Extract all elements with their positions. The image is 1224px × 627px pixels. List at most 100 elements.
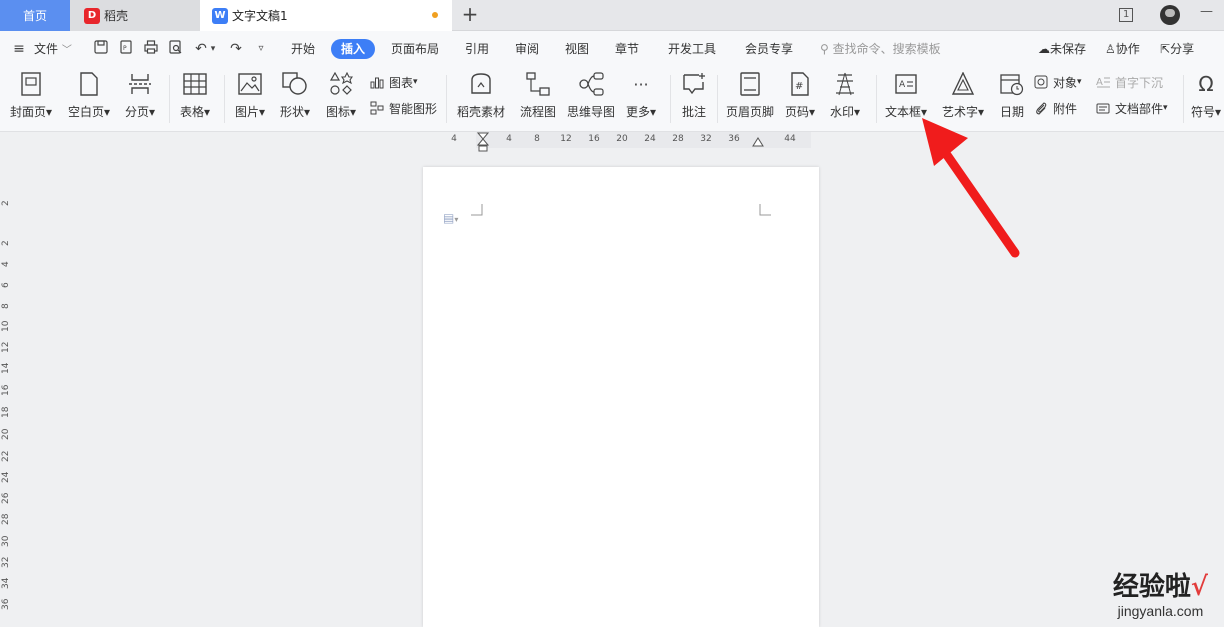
shape-button[interactable]: 形状▾ <box>280 71 310 120</box>
page-break-label: 分页 <box>125 105 150 119</box>
flowchart-button[interactable]: 流程图 <box>520 71 556 120</box>
ruler-tick-label: 6 <box>1 282 11 288</box>
watermark-icon <box>832 71 858 97</box>
paragraph-format-icon[interactable]: ▤▾ <box>443 211 458 225</box>
undo-dropdown-icon[interactable]: ▾ <box>208 40 218 58</box>
ruler-tick-label: 32 <box>700 134 712 144</box>
horizontal-ruler[interactable]: 4 4 8 12 16 20 24 28 32 36 44 <box>420 132 820 152</box>
file-menu-label: 文件 <box>34 42 59 56</box>
menu-section[interactable]: 章节 <box>615 39 639 59</box>
minimize-button[interactable]: — <box>1200 4 1213 26</box>
comment-button[interactable]: 批注 <box>681 71 707 120</box>
picture-button[interactable]: 图片▾ <box>235 71 265 120</box>
customize-quick-access-icon[interactable]: ▿ <box>252 40 270 58</box>
tab-daoke[interactable]: D 稻壳 <box>70 0 200 31</box>
collaborate-button[interactable]: ♙协作 <box>1105 39 1140 59</box>
shape-label: 形状 <box>280 105 305 119</box>
document-page[interactable]: ▤▾ <box>423 167 819 627</box>
menu-member[interactable]: 会员专享 <box>745 39 793 59</box>
cover-page-button[interactable]: 封面页▾ <box>10 71 52 120</box>
header-footer-button[interactable]: 页眉页脚 <box>726 71 774 120</box>
docparts-icon <box>1095 100 1111 116</box>
unsaved-status[interactable]: ☁未保存 <box>1038 39 1086 59</box>
save-icon[interactable] <box>92 40 110 58</box>
command-search[interactable]: ⚲ 查找命令、搜索模板 <box>820 39 941 59</box>
cloud-icon: ☁ <box>1038 42 1050 56</box>
tab-home[interactable]: 首页 <box>0 0 70 31</box>
svg-text:A: A <box>1096 77 1103 88</box>
table-button[interactable]: 表格▾ <box>180 71 210 120</box>
file-menu[interactable]: 文件 ﹀ <box>34 39 72 59</box>
menu-start[interactable]: 开始 <box>291 39 315 59</box>
print-preview-icon[interactable] <box>167 40 185 58</box>
more-button[interactable]: ··· 更多▾ <box>626 71 656 120</box>
ruler-tick-label: 10 <box>1 320 11 332</box>
mindmap-icon <box>578 71 604 97</box>
menu-page-layout-label: 页面布局 <box>391 42 440 56</box>
menu-page-layout[interactable]: 页面布局 <box>391 39 439 59</box>
ruler-tick-label: 44 <box>784 134 796 144</box>
object-button[interactable]: 对象 ▾ <box>1033 73 1082 91</box>
blank-page-icon <box>76 71 102 97</box>
hamburger-icon[interactable]: ≡ <box>10 40 28 58</box>
ruler-tick-label: 24 <box>1 471 11 483</box>
menu-insert-label: 插入 <box>341 42 366 56</box>
watermark-button[interactable]: 水印▾ <box>830 71 860 120</box>
menu-start-label: 开始 <box>291 42 316 56</box>
picture-label: 图片 <box>235 105 260 119</box>
menu-insert[interactable]: 插入 <box>331 39 376 59</box>
red-arrow-annotation <box>922 118 1020 258</box>
menu-review[interactable]: 审阅 <box>515 39 539 59</box>
omega-icon: Ω <box>1198 72 1214 96</box>
menu-references[interactable]: 引用 <box>465 39 489 59</box>
ruler-tick-label: 26 <box>1 492 11 504</box>
ruler-tick-label: 14 <box>1 362 11 374</box>
page-number-button[interactable]: # 页码▾ <box>785 71 815 120</box>
margin-corner-top-right <box>759 204 771 216</box>
ruler-tick-label: 36 <box>728 134 740 144</box>
redo-icon[interactable]: ↷ <box>227 40 245 58</box>
mindmap-button[interactable]: 思维导图 <box>567 71 615 120</box>
calendar-icon <box>999 71 1025 97</box>
tab-document-label: 文字文稿1 <box>232 9 288 23</box>
dropcap-button[interactable]: A 首字下沉 <box>1095 73 1163 91</box>
indent-marker-icon[interactable] <box>477 132 489 154</box>
ruler-tick-label: 16 <box>1 384 11 396</box>
tab-bar: 首页 D 稻壳 W 文字文稿1 + 1 — <box>0 0 1224 31</box>
daoke-material-button[interactable]: 稻壳素材 <box>457 71 505 120</box>
page-break-button[interactable]: 分页▾ <box>125 71 155 120</box>
symbol-button[interactable]: Ω 符号▾ <box>1191 71 1221 120</box>
tab-document[interactable]: W 文字文稿1 <box>200 0 452 31</box>
comment-label: 批注 <box>681 105 706 119</box>
shape-icon <box>282 71 308 97</box>
share-button[interactable]: ⇱分享 <box>1160 39 1194 59</box>
ruler-tick-label: 28 <box>1 513 11 525</box>
bar-chart-icon <box>369 74 385 90</box>
unsaved-label: 未保存 <box>1050 42 1087 56</box>
flowchart-icon <box>525 71 551 97</box>
export-pdf-icon[interactable]: P <box>117 40 135 58</box>
vertical-ruler[interactable]: 2 2 4 6 8 10 12 14 16 18 20 22 24 26 28 … <box>0 148 12 619</box>
dropcap-icon: A <box>1095 74 1111 90</box>
table-label: 表格 <box>180 105 205 119</box>
blank-page-button[interactable]: 空白页▾ <box>68 71 110 120</box>
watermark-label: 水印 <box>830 105 855 119</box>
new-tab-button[interactable]: + <box>458 3 482 27</box>
icon-library-label: 图标 <box>326 105 351 119</box>
blank-page-label: 空白页 <box>68 105 105 119</box>
menu-view[interactable]: 视图 <box>565 39 589 59</box>
mindmap-label: 思维导图 <box>567 105 616 119</box>
smartart-button[interactable]: 智能图形 <box>369 99 437 117</box>
ruler-tick-label: 20 <box>1 428 11 440</box>
docparts-button[interactable]: 文档部件 ▾ <box>1095 99 1168 117</box>
chart-button[interactable]: 图表 ▾ <box>369 73 418 91</box>
menu-developer[interactable]: 开发工具 <box>668 39 716 59</box>
ruler-tick-label: 30 <box>1 535 11 547</box>
right-indent-marker-icon[interactable] <box>752 136 764 148</box>
tab-daoke-label: 稻壳 <box>104 9 129 23</box>
icon-library-button[interactable]: 图标▾ <box>326 71 356 120</box>
print-icon[interactable] <box>142 40 160 58</box>
window-count-icon[interactable]: 1 <box>1119 4 1134 26</box>
avatar[interactable] <box>1160 5 1180 25</box>
site-watermark: 经验啦√ jingyanla.com <box>1113 566 1208 619</box>
